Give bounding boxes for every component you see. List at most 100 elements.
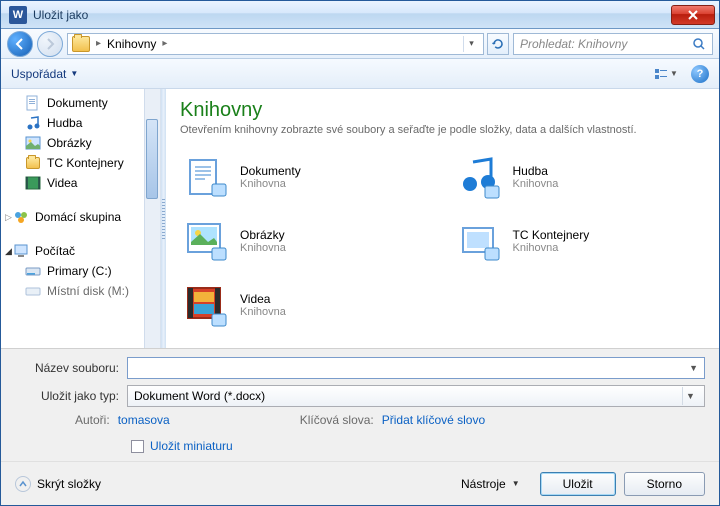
filetype-select[interactable]: Dokument Word (*.docx) ▼ xyxy=(127,385,705,407)
refresh-button[interactable] xyxy=(487,33,509,55)
library-name: Dokumenty xyxy=(240,164,301,178)
footer: Skrýt složky Nástroje ▼ Uložit Storno xyxy=(1,461,719,505)
drive-icon xyxy=(25,283,41,299)
tools-menu[interactable]: Nástroje ▼ xyxy=(461,477,520,491)
library-name: Obrázky xyxy=(240,228,286,242)
video-icon xyxy=(25,175,41,191)
sidebar-item-pictures[interactable]: Obrázky xyxy=(1,133,160,153)
back-button[interactable] xyxy=(7,31,33,57)
view-icon xyxy=(654,67,668,81)
computer-icon xyxy=(13,243,29,259)
body: Dokumenty Hudba Obrázky TC Kontejnery Vi… xyxy=(1,89,719,348)
refresh-icon xyxy=(491,37,505,51)
save-as-dialog: W Uložit jako ▸ Knihovny ▸ ▾ Prohledat: … xyxy=(0,0,720,506)
sidebar-label: Obrázky xyxy=(47,136,92,150)
filetype-value: Dokument Word (*.docx) xyxy=(134,389,265,403)
page-title: Knihovny xyxy=(180,99,705,122)
library-item-tc[interactable]: TC KontejneryKnihovna xyxy=(453,214,706,268)
navigation-tree[interactable]: Dokumenty Hudba Obrázky TC Kontejnery Vi… xyxy=(1,89,161,348)
music-icon xyxy=(25,115,41,131)
library-kind: Knihovna xyxy=(240,242,286,254)
splitter[interactable] xyxy=(161,89,166,348)
tags-label: Klíčová slova: xyxy=(300,413,374,427)
organize-label: Uspořádat xyxy=(11,67,66,81)
scroll-thumb[interactable] xyxy=(146,119,158,199)
hide-folders-label: Skrýt složky xyxy=(37,477,101,491)
grip-icon xyxy=(162,199,165,239)
sidebar-label: Primary (C:) xyxy=(47,264,112,278)
forward-button[interactable] xyxy=(37,31,63,57)
save-button[interactable]: Uložit xyxy=(540,472,616,496)
library-item-pictures[interactable]: ObrázkyKnihovna xyxy=(180,214,433,268)
expand-icon[interactable]: ▷ xyxy=(5,212,12,223)
pictures-icon xyxy=(184,218,230,264)
sidebar-item-videos[interactable]: Videa xyxy=(1,173,160,193)
organize-menu[interactable]: Uspořádat ▼ xyxy=(11,67,78,81)
library-item-music[interactable]: HudbaKnihovna xyxy=(453,150,706,204)
chevron-up-icon xyxy=(15,476,31,492)
sidebar-scrollbar[interactable] xyxy=(144,89,160,348)
window-title: Uložit jako xyxy=(33,8,671,22)
library-name: Videa xyxy=(240,292,286,306)
save-thumbnail-checkbox[interactable] xyxy=(131,440,144,453)
titlebar[interactable]: W Uložit jako xyxy=(1,1,719,29)
chevron-down-icon[interactable]: ▼ xyxy=(689,363,698,373)
close-icon xyxy=(687,9,699,21)
address-dropdown[interactable]: ▾ xyxy=(463,36,479,52)
cancel-button[interactable]: Storno xyxy=(624,472,705,496)
sidebar-label: Domácí skupina xyxy=(35,210,121,224)
filename-input[interactable]: ▼ xyxy=(127,357,705,379)
sidebar-item-drive-m[interactable]: Místní disk (M:) xyxy=(1,281,160,301)
filename-label: Název souboru: xyxy=(15,361,127,375)
document-icon xyxy=(25,95,41,111)
close-button[interactable] xyxy=(671,5,715,25)
authors-value[interactable]: tomasova xyxy=(118,413,170,427)
page-subtitle: Otevřením knihovny zobrazte své soubory … xyxy=(180,124,705,136)
documents-icon xyxy=(184,154,230,200)
library-kind: Knihovna xyxy=(240,306,286,318)
chevron-down-icon: ▼ xyxy=(70,69,78,78)
sidebar-label: Videa xyxy=(47,176,77,190)
toolbar: Uspořádat ▼ ▼ ? xyxy=(1,59,719,89)
sidebar-label: Počítač xyxy=(35,244,75,258)
address-bar[interactable]: ▸ Knihovny ▸ ▾ xyxy=(67,33,484,55)
save-panel: Název souboru: ▼ Uložit jako typ: Dokume… xyxy=(1,348,719,461)
chevron-down-icon: ▼ xyxy=(512,479,520,488)
help-button[interactable]: ? xyxy=(691,65,709,83)
sidebar-label: Dokumenty xyxy=(47,96,108,110)
sidebar-item-drive-c[interactable]: Primary (C:) xyxy=(1,261,160,281)
homegroup-icon xyxy=(13,209,29,225)
sidebar-item-music[interactable]: Hudba xyxy=(1,113,160,133)
drive-icon xyxy=(25,263,41,279)
search-input[interactable]: Prohledat: Knihovny xyxy=(513,33,713,55)
library-name: TC Kontejnery xyxy=(513,228,590,242)
word-icon: W xyxy=(9,6,27,24)
library-grid: DokumentyKnihovna HudbaKnihovna ObrázkyK… xyxy=(180,150,705,332)
sidebar-label: Hudba xyxy=(47,116,82,130)
main-pane[interactable]: Knihovny Otevřením knihovny zobrazte své… xyxy=(166,89,719,348)
collapse-icon[interactable]: ◢ xyxy=(5,246,12,257)
hide-folders-button[interactable]: Skrýt složky xyxy=(15,476,453,492)
folder-icon xyxy=(25,155,41,171)
sidebar-item-homegroup[interactable]: ▷ Domácí skupina xyxy=(1,207,160,227)
library-item-videos[interactable]: VideaKnihovna xyxy=(180,278,433,332)
arrow-left-icon xyxy=(13,37,27,51)
breadcrumb-separator: ▸ xyxy=(160,38,169,49)
library-kind: Knihovna xyxy=(513,242,590,254)
library-kind: Knihovna xyxy=(240,178,301,190)
sidebar-item-documents[interactable]: Dokumenty xyxy=(1,93,160,113)
library-kind: Knihovna xyxy=(513,178,559,190)
sidebar-item-computer[interactable]: ◢ Počítač xyxy=(1,241,160,261)
sidebar-item-tc[interactable]: TC Kontejnery xyxy=(1,153,160,173)
library-item-documents[interactable]: DokumentyKnihovna xyxy=(180,150,433,204)
image-icon xyxy=(25,135,41,151)
breadcrumb-item[interactable]: Knihovny xyxy=(107,37,156,51)
libraries-icon xyxy=(72,36,90,52)
tags-value[interactable]: Přidat klíčové slovo xyxy=(382,413,485,427)
chevron-down-icon: ▼ xyxy=(670,69,678,78)
chevron-down-icon[interactable]: ▼ xyxy=(682,387,698,405)
view-options-button[interactable]: ▼ xyxy=(651,64,681,84)
save-thumbnail-label[interactable]: Uložit miniaturu xyxy=(150,439,233,453)
library-name: Hudba xyxy=(513,164,559,178)
music-icon xyxy=(457,154,503,200)
